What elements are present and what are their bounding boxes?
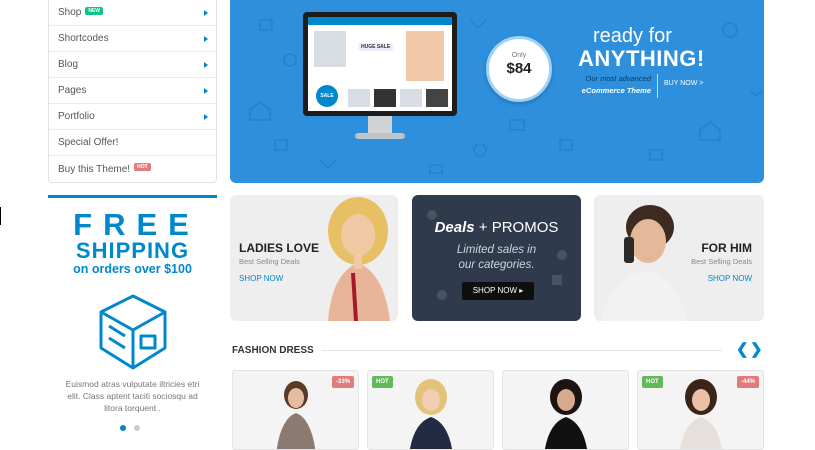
promo-ladies-title: LADIES LOVE — [239, 241, 320, 255]
hot-badge: HOT — [134, 163, 151, 171]
shipping-description: Euismod atras vulputate iltricies etri e… — [65, 379, 200, 413]
product-card[interactable]: HOT — [367, 370, 494, 450]
price-value: $84 — [506, 60, 532, 77]
menu-item-portfolio[interactable]: Portfolio — [49, 104, 216, 130]
menu-item-shop[interactable]: Shop NEW — [49, 0, 216, 26]
product-card[interactable]: HOT -44% — [637, 370, 764, 450]
hero-heading-bold: ANYTHING! — [578, 46, 705, 71]
menu-item-special-offer[interactable]: Special Offer! — [49, 130, 216, 156]
screen-sale-badge: SALE — [316, 85, 338, 107]
menu-item-blog[interactable]: Blog — [49, 52, 216, 78]
hero-heading: ready for — [593, 25, 672, 47]
monitor-image: HUGE SALE SALE — [303, 12, 457, 116]
caret-right-icon — [204, 87, 208, 94]
promo-him-title: FOR HIM — [701, 241, 752, 255]
shop-now-button[interactable]: SHOP NOW ▸ — [462, 282, 534, 300]
promo-ladies-link[interactable]: SHOP NOW — [239, 274, 283, 283]
price-tag: Only $84 — [486, 36, 552, 102]
hero-tagline-line1: Our most advanced — [585, 74, 651, 83]
caret-right-icon — [204, 113, 208, 120]
menu-item-pages[interactable]: Pages — [49, 78, 216, 104]
menu-item-label: Buy this Theme! — [58, 163, 131, 175]
product-image — [544, 379, 587, 449]
product-card[interactable]: -33% — [232, 370, 359, 450]
menu-item-label: Blog — [58, 59, 79, 70]
carousel-dot-active[interactable] — [120, 425, 126, 431]
carousel-dots — [120, 425, 140, 431]
free-shipping-widget: FREE SHIPPING on orders over $100 Euismo… — [48, 195, 217, 445]
carousel-next-icon[interactable]: ❯ — [750, 342, 763, 357]
menu-item-label: Special Offer! — [58, 137, 119, 148]
menu-item-buy-theme[interactable]: Buy this Theme! HOT — [49, 156, 216, 182]
carousel-dot[interactable] — [134, 425, 140, 431]
buy-now-link[interactable]: BUY NOW > — [664, 80, 703, 87]
hot-badge: HOT — [372, 376, 393, 388]
menu-item-shortcodes[interactable]: Shortcodes — [49, 26, 216, 52]
deals-title-bold: Deals — [434, 219, 475, 236]
discount-badge: -33% — [331, 376, 354, 388]
caret-right-icon — [204, 35, 208, 42]
product-image — [679, 379, 722, 449]
product-image — [276, 381, 315, 449]
menu-item-label: Shortcodes — [58, 33, 109, 44]
promo-ladies-sub: Best Selling Deals — [239, 257, 300, 266]
promo-ladies-card[interactable]: LADIES LOVE Best Selling Deals SHOP NOW — [230, 195, 398, 321]
product-card[interactable] — [502, 370, 629, 450]
deals-title-rest: + PROMOS — [474, 219, 559, 236]
price-only-label: Only — [511, 52, 527, 59]
menu-item-label: Portfolio — [58, 111, 95, 122]
section-title: FASHION DRESS — [232, 345, 314, 356]
shipping-heading: SHIPPING — [75, 238, 190, 263]
promo-deals-card[interactable]: Deals + PROMOS Limited sales in our cate… — [412, 195, 581, 321]
shipping-box-icon — [99, 294, 167, 370]
menu-item-label: Shop — [58, 7, 82, 18]
hero-tagline-line2: eCommerce Theme — [581, 86, 651, 95]
promo-him-link[interactable]: SHOP NOW — [708, 274, 752, 283]
promo-him-card[interactable]: FOR HIM Best Selling Deals SHOP NOW — [594, 195, 764, 321]
caret-right-icon — [204, 61, 208, 68]
screen-huge-sale: HUGE SALE — [358, 43, 394, 51]
hero-divider — [657, 74, 658, 98]
promo-deals-title: Deals + PROMOS — [412, 219, 581, 236]
deals-sub-line2: our categories. — [458, 259, 535, 271]
hot-badge: HOT — [642, 376, 663, 388]
hero-banner[interactable]: HUGE SALE SALE Only $84 ready for ANYTHI… — [230, 0, 764, 183]
new-badge: NEW — [85, 6, 104, 15]
menu-item-label: Pages — [58, 85, 87, 96]
section-divider — [322, 350, 722, 351]
man-model-image — [602, 205, 686, 321]
promo-deals-sub: Limited sales in our categories. — [412, 243, 581, 273]
product-image — [409, 379, 452, 449]
caret-right-icon — [204, 9, 208, 16]
carousel-prev-icon[interactable]: ❮ — [736, 342, 749, 357]
deals-sub-line1: Limited sales in — [456, 244, 537, 256]
category-menu: Shop NEW Shortcodes Blog Pages Portfolio… — [48, 0, 217, 183]
hero-tagline: Our most advanced eCommerce Theme — [571, 73, 651, 97]
discount-badge: -44% — [736, 376, 759, 388]
promo-him-sub: Best Selling Deals — [691, 257, 752, 266]
free-heading: FREE — [73, 207, 200, 242]
text-cursor — [0, 207, 1, 225]
woman-model-image — [328, 197, 390, 321]
shipping-condition: on orders over $100 — [73, 262, 192, 276]
